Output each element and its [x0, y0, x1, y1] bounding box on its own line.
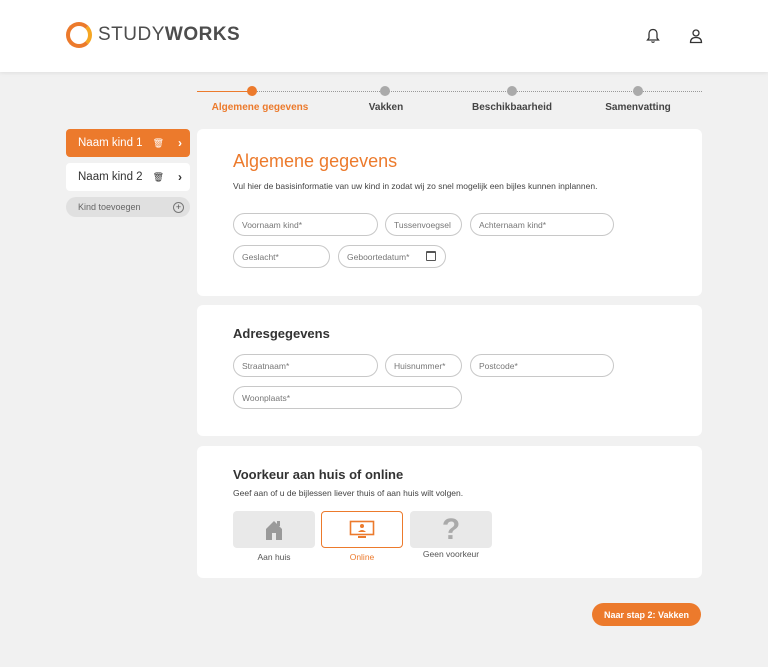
- preference-title: Voorkeur aan huis of online: [233, 467, 404, 482]
- first-name-placeholder: Voornaam kind*: [242, 219, 303, 230]
- birthdate-placeholder: Geboortedatum*: [347, 251, 410, 262]
- stepper-line-done: [197, 91, 252, 92]
- option-at-home[interactable]: [233, 511, 315, 548]
- add-kid-label: Kind toevoegen: [78, 202, 141, 212]
- option-at-home-label: Aan huis: [257, 552, 291, 562]
- question-icon: ?: [441, 512, 461, 546]
- option-online[interactable]: [321, 511, 403, 548]
- preference-description: Geef aan of u de bijlessen liever thuis …: [233, 488, 464, 498]
- progress-stepper: Algemene gegevens Vakken Beschikbaarheid…: [197, 84, 702, 116]
- trash-icon[interactable]: 🗑: [153, 172, 164, 183]
- last-name-placeholder: Achternaam kind*: [479, 219, 547, 230]
- house-icon: [266, 520, 282, 540]
- step-label-3[interactable]: Beschikbaarheid: [472, 102, 552, 113]
- street-field[interactable]: Straatnaam*: [233, 354, 378, 377]
- kid-name: Naam kind 2: [78, 171, 143, 183]
- address-card: Adresgegevens Straatnaam* Huisnummer* Po…: [197, 305, 702, 436]
- general-info-description: Vul hier de basisinformatie van uw kind …: [233, 181, 598, 191]
- bell-icon[interactable]: [646, 28, 660, 44]
- option-no-preference-label: Geen voorkeur: [422, 549, 480, 559]
- step-label-4[interactable]: Samenvatting: [605, 102, 671, 113]
- last-name-field[interactable]: Achternaam kind*: [470, 213, 614, 236]
- city-placeholder: Woonplaats*: [242, 392, 291, 403]
- logo-text: STUDYWORKS: [98, 24, 241, 45]
- logo-ring-icon: [66, 22, 92, 48]
- step-dot-1: [247, 86, 257, 96]
- kid-name: Naam kind 1: [78, 137, 143, 149]
- first-name-field[interactable]: Voornaam kind*: [233, 213, 378, 236]
- house-number-placeholder: Huisnummer*: [394, 360, 446, 371]
- preference-card: Voorkeur aan huis of online Geef aan of …: [197, 446, 702, 578]
- infix-placeholder: Tussenvoegsel: [394, 219, 451, 230]
- step-dot-3: [507, 86, 517, 96]
- city-field[interactable]: Woonplaats*: [233, 386, 462, 409]
- kids-sidebar: Naam kind 1 🗑 › Naam kind 2 🗑 › Kind toe…: [66, 129, 190, 217]
- postcode-field[interactable]: Postcode*: [470, 354, 614, 377]
- next-step-button[interactable]: Naar stap 2: Vakken: [592, 603, 701, 626]
- sidebar-item-kid-1[interactable]: Naam kind 1 🗑 ›: [66, 129, 190, 157]
- general-info-title: Algemene gegevens: [233, 151, 398, 171]
- plus-circle-icon: +: [173, 201, 184, 213]
- birthdate-field[interactable]: Geboortedatum*: [338, 245, 446, 268]
- general-info-card: Algemene gegevens Vul hier de basisinfor…: [197, 129, 702, 296]
- gender-placeholder: Geslacht*: [242, 251, 279, 262]
- calendar-icon[interactable]: [426, 251, 436, 261]
- gender-field[interactable]: Geslacht*: [233, 245, 330, 268]
- monitor-icon: [349, 520, 375, 538]
- house-number-field[interactable]: Huisnummer*: [385, 354, 462, 377]
- sidebar-item-kid-2[interactable]: Naam kind 2 🗑 ›: [66, 163, 190, 191]
- step-dot-2: [380, 86, 390, 96]
- chevron-right-icon: ›: [178, 170, 182, 184]
- step-label-2[interactable]: Vakken: [369, 102, 403, 113]
- top-header: STUDYWORKS: [0, 0, 768, 72]
- postcode-placeholder: Postcode*: [479, 360, 518, 371]
- address-title: Adresgegevens: [233, 326, 330, 341]
- add-kid-button[interactable]: Kind toevoegen +: [66, 197, 190, 217]
- step-dot-4: [633, 86, 643, 96]
- user-icon[interactable]: [689, 28, 703, 44]
- trash-icon[interactable]: 🗑: [153, 138, 164, 149]
- step-label-1[interactable]: Algemene gegevens: [212, 102, 309, 113]
- studyworks-logo[interactable]: STUDYWORKS: [66, 22, 240, 48]
- option-no-preference[interactable]: ?: [410, 511, 492, 548]
- chevron-right-icon: ›: [178, 136, 182, 150]
- street-placeholder: Straatnaam*: [242, 360, 290, 371]
- option-online-label: Online: [349, 552, 375, 562]
- infix-field[interactable]: Tussenvoegsel: [385, 213, 462, 236]
